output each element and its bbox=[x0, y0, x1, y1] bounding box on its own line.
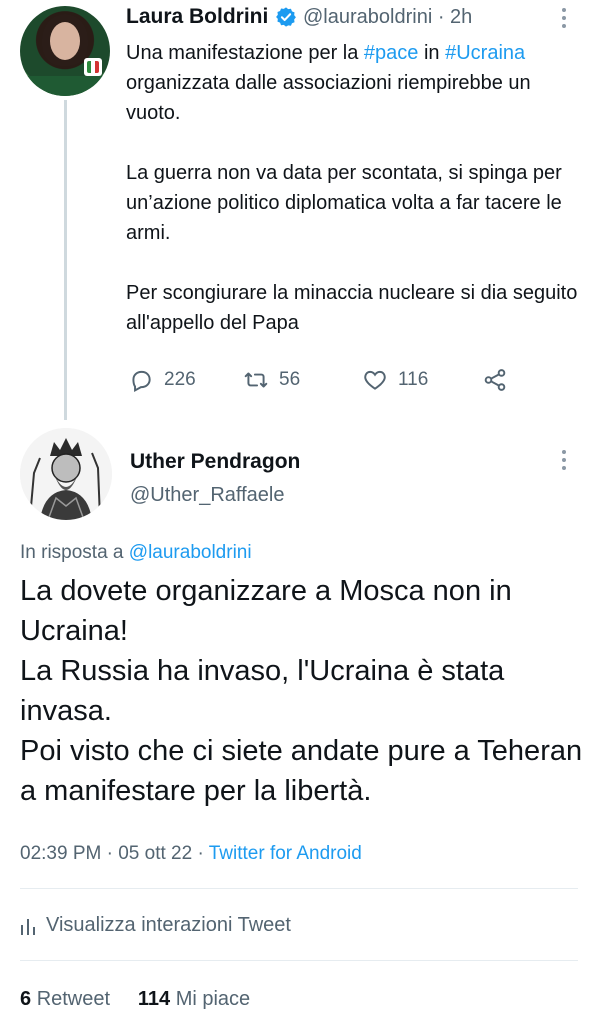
hashtag-ucraina[interactable]: #Ucraina bbox=[445, 42, 525, 64]
more-options-icon[interactable] bbox=[562, 8, 566, 32]
like-button[interactable]: 116 bbox=[362, 367, 428, 393]
tweet-stats: 6 Retweet 114 Mi piace bbox=[20, 988, 250, 1011]
retweet-button[interactable]: 56 bbox=[243, 367, 300, 393]
reply-line-1: La dovete organizzare a Mosca non in Ucr… bbox=[20, 575, 512, 647]
divider bbox=[20, 960, 578, 961]
like-icon bbox=[364, 370, 386, 390]
reply-time: 02:39 PM bbox=[20, 843, 102, 864]
in-reply-to: In risposta a @lauraboldrini bbox=[20, 542, 252, 563]
view-interactions-link[interactable]: Visualizza interazioni Tweet bbox=[20, 914, 291, 937]
more-options-icon[interactable] bbox=[562, 450, 566, 474]
divider bbox=[20, 888, 578, 889]
reply-date: 05 ott 22 bbox=[118, 843, 193, 864]
verified-badge-icon bbox=[276, 7, 296, 27]
avatar-laura-boldrini[interactable] bbox=[20, 6, 110, 96]
tweet-actions: 226 56 116 bbox=[0, 366, 598, 394]
share-button[interactable] bbox=[482, 367, 508, 393]
reply-icon bbox=[132, 370, 151, 393]
retweet-count: 56 bbox=[279, 369, 301, 390]
tweet-time: · 2h bbox=[437, 6, 473, 28]
avatar-drawing bbox=[20, 428, 112, 520]
tweet-paragraph-1: Una manifestazione per la #pace in #Ucra… bbox=[126, 42, 531, 124]
tweet-text: Una manifestazione per la #pace in #Ucra… bbox=[126, 38, 586, 338]
analytics-icon bbox=[21, 918, 35, 935]
in-reply-to-handle[interactable]: @lauraboldrini bbox=[129, 542, 252, 563]
like-count: 116 bbox=[398, 369, 429, 390]
reply-author-name[interactable]: Uther Pendragon bbox=[130, 450, 300, 474]
reply-line-3: Poi visto che ci siete andate pure a Teh… bbox=[20, 735, 583, 807]
retweet-icon bbox=[244, 372, 268, 388]
reply-text: La dovete organizzare a Mosca non in Ucr… bbox=[20, 571, 590, 811]
likes-stat[interactable]: 114 Mi piace bbox=[138, 988, 250, 1010]
tweet-metadata: 02:39 PM · 05 ott 22 · Twitter for Andro… bbox=[20, 843, 362, 864]
reply-author-handle[interactable]: @Uther_Raffaele bbox=[130, 484, 284, 507]
reply-count: 226 bbox=[164, 369, 196, 390]
author-handle-and-time: @lauraboldrini · 2h bbox=[303, 6, 472, 29]
hashtag-pace[interactable]: #pace bbox=[364, 42, 419, 64]
tweet-source[interactable]: Twitter for Android bbox=[209, 843, 362, 864]
reply-line-2: La Russia ha invaso, l'Ucraina è stata i… bbox=[20, 655, 505, 727]
tweet-paragraph-3: Per scongiurare la minaccia nucleare si … bbox=[126, 282, 578, 334]
author-handle[interactable]: @lauraboldrini bbox=[303, 6, 432, 28]
author-name[interactable]: Laura Boldrini bbox=[126, 5, 268, 29]
avatar-uther-pendragon[interactable] bbox=[20, 428, 112, 520]
reply-button[interactable]: 226 bbox=[128, 367, 196, 393]
share-icon bbox=[484, 369, 506, 391]
retweets-stat[interactable]: 6 Retweet bbox=[20, 988, 110, 1010]
tweet-paragraph-2: La guerra non va data per scontata, si s… bbox=[126, 162, 562, 244]
view-interactions-label: Visualizza interazioni Tweet bbox=[46, 914, 291, 936]
